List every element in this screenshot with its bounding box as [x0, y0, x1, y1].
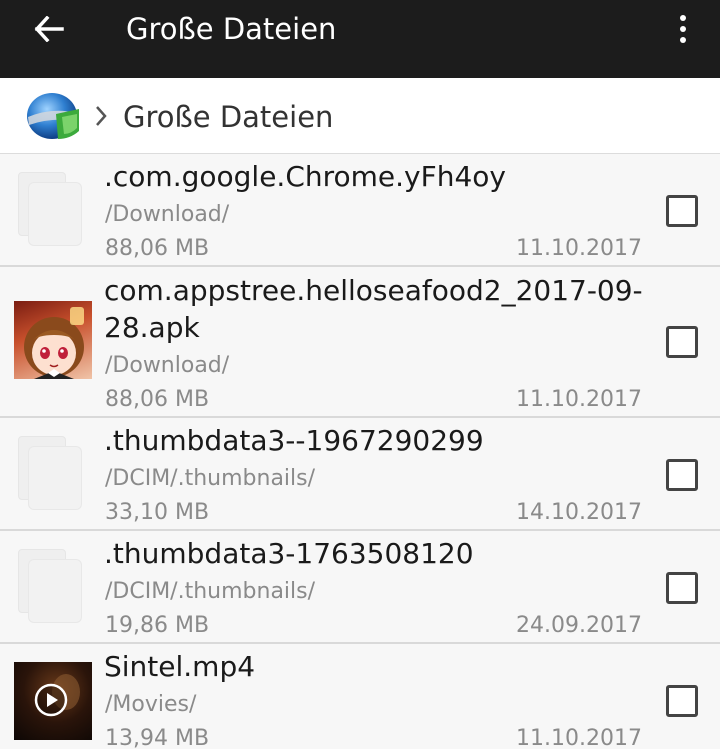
file-row[interactable]: com.appstree.helloseafood2_2017-09-28.ap… — [0, 267, 720, 418]
file-date: 24.09.2017 — [516, 613, 642, 638]
file-path: /DCIM/.thumbnails/ — [105, 579, 316, 604]
chevron-right-icon — [96, 106, 107, 126]
select-checkbox[interactable] — [666, 572, 698, 604]
select-checkbox[interactable] — [666, 459, 698, 491]
file-name: com.appstree.helloseafood2_2017-09-28.ap… — [104, 274, 643, 344]
file-row[interactable]: Sintel.mp4 /Movies/ 13,94 MB 11.10.2017 — [0, 644, 720, 749]
more-vert-icon — [680, 15, 686, 21]
file-date: 14.10.2017 — [516, 500, 642, 525]
anime-girl-image — [24, 307, 84, 379]
select-checkbox[interactable] — [666, 195, 698, 227]
file-name: .com.google.Chrome.yFh4oy — [104, 160, 506, 193]
video-thumbnail — [14, 662, 92, 740]
file-date: 11.10.2017 — [516, 387, 642, 412]
file-name: .thumbdata3-1763508120 — [104, 537, 474, 570]
file-row[interactable]: .thumbdata3-1763508120 /DCIM/.thumbnails… — [0, 531, 720, 644]
file-date: 11.10.2017 — [516, 236, 642, 261]
file-path: /Movies/ — [105, 692, 197, 717]
select-checkbox[interactable] — [666, 685, 698, 717]
back-button[interactable] — [22, 9, 76, 49]
arrow-left-icon — [34, 16, 64, 42]
breadcrumb: Große Dateien — [0, 78, 720, 154]
more-options-button[interactable] — [666, 8, 700, 50]
breadcrumb-current[interactable]: Große Dateien — [123, 98, 333, 136]
file-size: 88,06 MB — [105, 236, 210, 261]
file-row[interactable]: .thumbdata3--1967290299 /DCIM/.thumbnail… — [0, 418, 720, 531]
page-title: Große Dateien — [126, 12, 337, 46]
file-size: 88,06 MB — [105, 387, 210, 412]
app-window: Große Dateien Große Dateien .com.google.… — [0, 0, 720, 749]
storage-globe-icon[interactable] — [26, 91, 80, 141]
file-list: .com.google.Chrome.yFh4oy /Download/ 88,… — [0, 154, 720, 749]
file-size: 33,10 MB — [105, 500, 210, 525]
app-bar: Große Dateien — [0, 0, 720, 78]
file-path: /Download/ — [105, 353, 230, 378]
file-row[interactable]: .com.google.Chrome.yFh4oy /Download/ 88,… — [0, 154, 720, 267]
file-date: 11.10.2017 — [516, 726, 642, 749]
file-size: 13,94 MB — [105, 726, 210, 749]
file-name: Sintel.mp4 — [104, 650, 256, 683]
file-name: .thumbdata3--1967290299 — [104, 424, 484, 457]
play-icon — [34, 674, 80, 717]
file-path: /DCIM/.thumbnails/ — [105, 466, 316, 491]
file-path: /Download/ — [105, 202, 230, 227]
app-thumbnail — [14, 301, 92, 379]
file-size: 19,86 MB — [105, 613, 210, 638]
select-checkbox[interactable] — [666, 326, 698, 358]
